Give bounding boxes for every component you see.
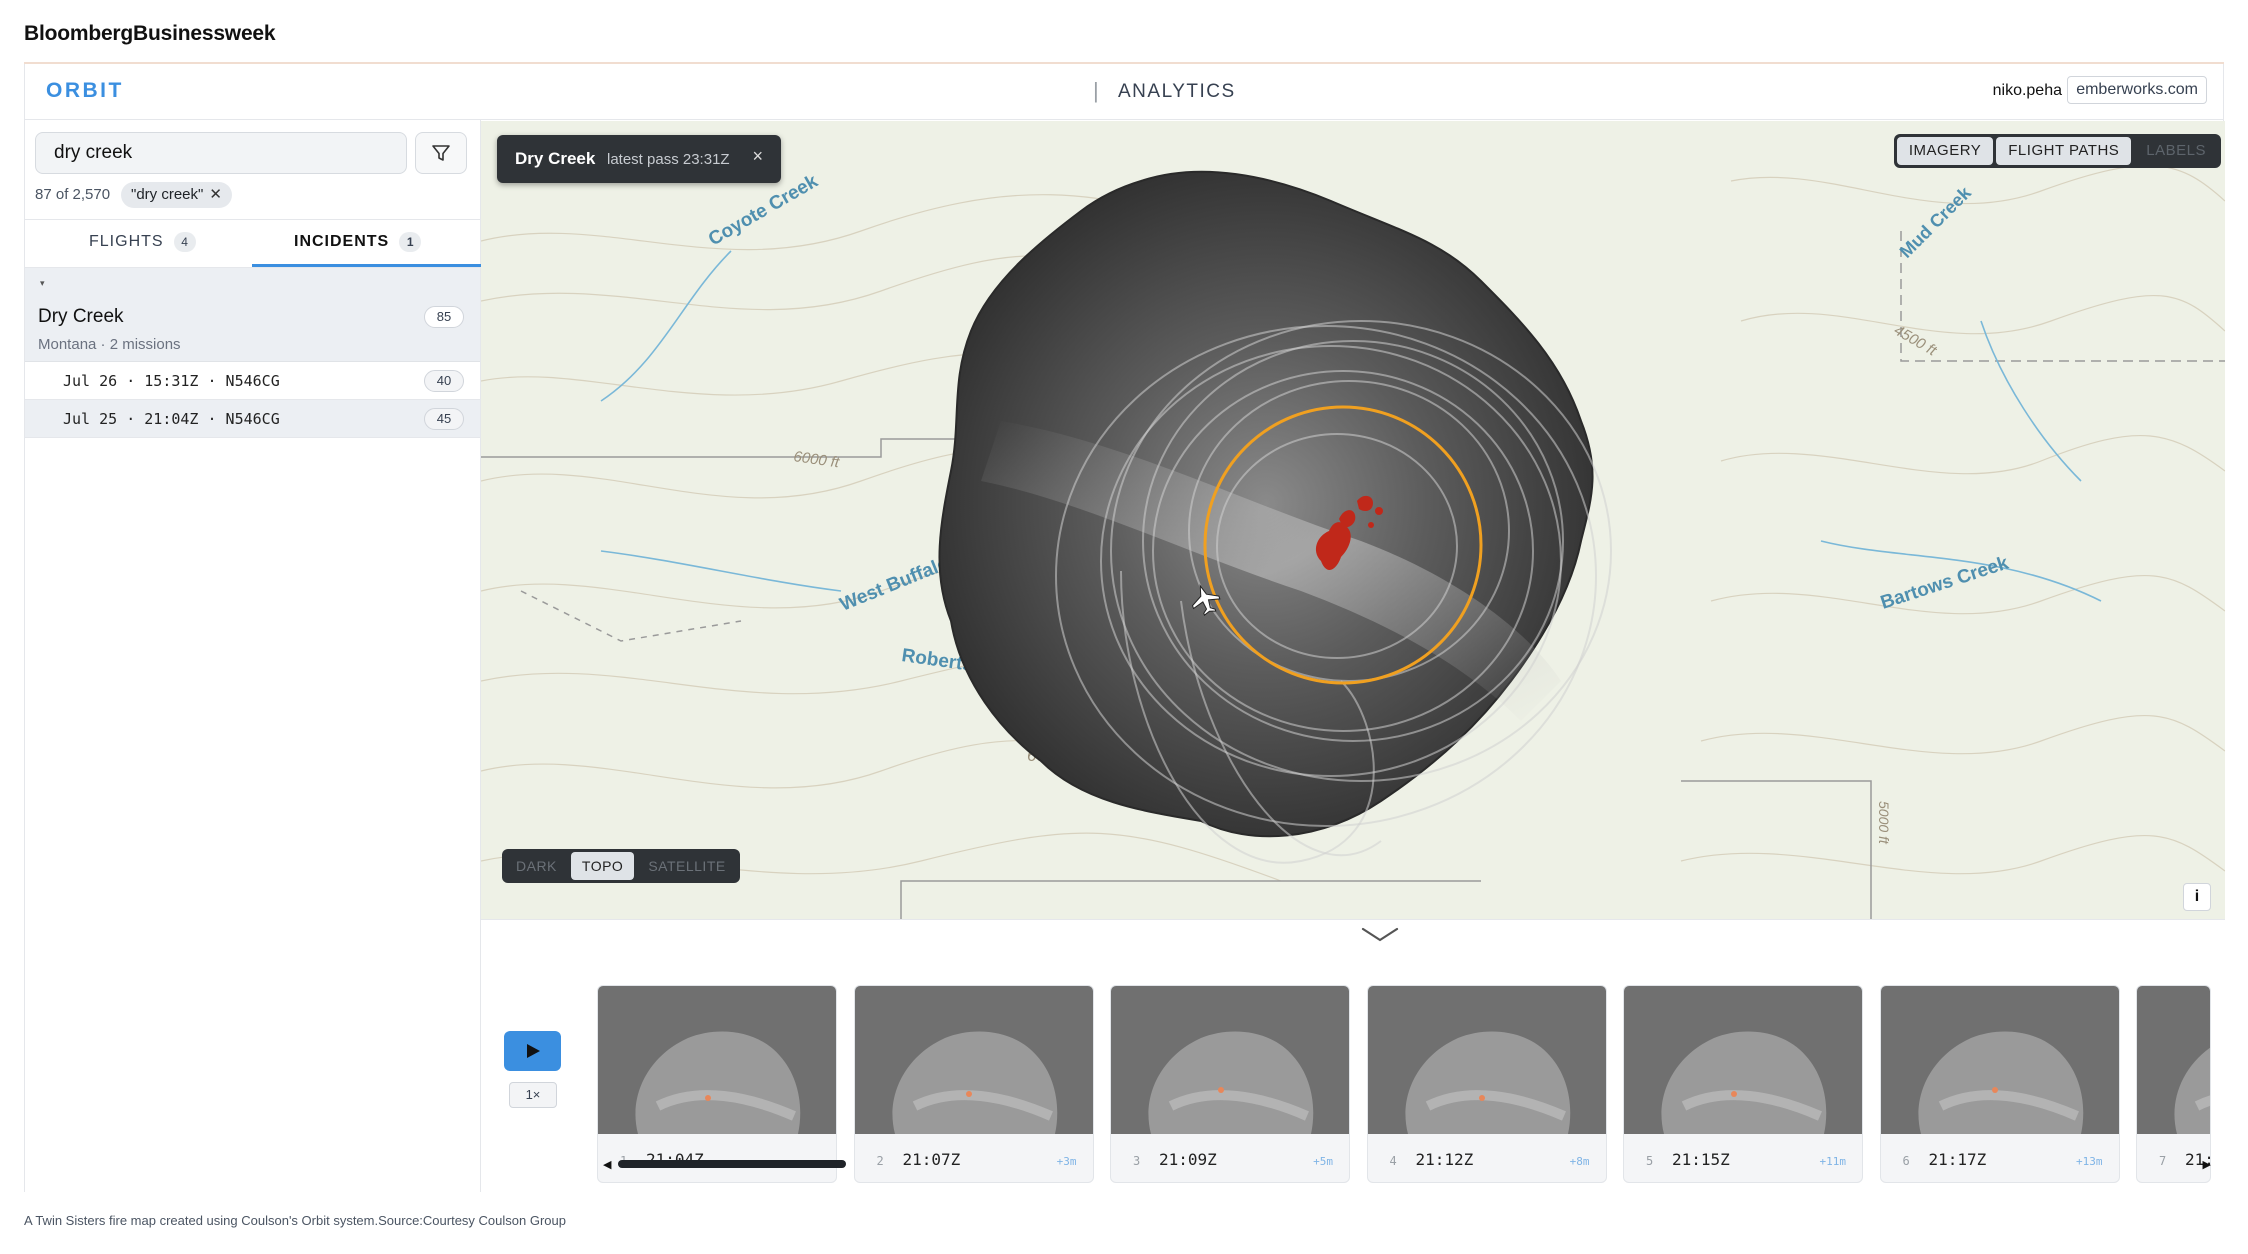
tab-flights-label: FLIGHTS [89,233,164,250]
frame-thumbnail [1624,986,1862,1134]
frame-index: 3 [1133,1154,1141,1168]
nav-analytics[interactable]: ANALYTICS [1118,81,1236,103]
search-chip[interactable]: "dry creek" ✕ [121,182,232,208]
timeline-frame[interactable]: 5 21:15Z +11m [1623,985,1863,1183]
chevron-down-icon[interactable]: ▾ [40,278,45,289]
filter-button[interactable] [415,132,467,174]
scrollbar-thumb[interactable] [618,1160,846,1168]
incident-subtitle: Montana · 2 missions [38,336,181,353]
scroll-right-arrow[interactable]: ▶ [2203,1158,2211,1171]
play-icon [526,1044,540,1058]
frame-delta: +8m [1569,1155,1590,1168]
frame-delta: +3m [1056,1155,1077,1168]
incident-count-badge: 85 [424,306,464,328]
timeline-frame[interactable]: 2 21:07Z +3m [853,985,1094,1183]
frame-time: 21:15Z [1672,1150,1730,1169]
tab-incidents-label: INCIDENTS [294,233,390,250]
search-chip-label: "dry creek" [131,186,204,203]
frame-thumbnail [2137,986,2210,1134]
masthead-logo: BloombergBusinessweek [24,22,276,45]
photo-caption: A Twin Sisters fire map created using Co… [24,1213,566,1228]
frame-index: 5 [1646,1154,1654,1168]
basemap-topo[interactable]: TOPO [570,852,635,880]
result-count: 87 of 2,570 [35,186,111,203]
nav-separator: | [1093,78,1099,103]
timeline-frame[interactable]: 6 21:17Z +13m [1879,985,2120,1183]
scroll-left-arrow[interactable]: ◀ [603,1158,611,1171]
basemap-satellite[interactable]: SATELLITE [637,852,736,880]
frame-time: 21:12Z [1415,1150,1474,1169]
label-elev-5000: 5000 ft [1876,801,1892,845]
frame-time: 21:09Z [1159,1150,1217,1169]
timeline-panel: 1× 121:04Z 2 21:07Z +3m 3 21:09Z +5m 4 21:12Z +8m… [481,919,2225,1192]
frame-index: 6 [1902,1154,1910,1168]
search-input[interactable]: dry creek [35,132,407,174]
popup-title: Dry Creek [515,149,596,168]
toggle-labels[interactable]: LABELS [2134,137,2218,165]
org-selector[interactable]: emberworks.com [2067,76,2207,104]
timeline-frame[interactable]: 121:04Z [597,985,837,1183]
app-topbar: ORBIT | ANALYTICS niko.peha emberworks.c… [25,64,2223,120]
tab-flights[interactable]: FLIGHTS 4 [89,232,196,252]
basemap-toggle-group: DARK TOPO SATELLITE [502,849,740,883]
tab-incidents-count: 1 [399,232,422,252]
frame-index: 4 [1389,1154,1397,1168]
timeline-frame[interactable]: 3 21:09Z +5m [1110,985,1350,1183]
toggle-imagery[interactable]: IMAGERY [1896,137,1994,165]
close-icon[interactable]: × [752,146,763,167]
frame-thumbnail [1880,986,2119,1134]
mission-label: Jul 26 · 15:31Z · N546CG [63,372,280,390]
layer-toggle-group: IMAGERY FLIGHT PATHS LABELS [1893,134,2221,168]
mission-count-badge: 45 [424,408,464,430]
frame-delta: +11m [1819,1155,1847,1168]
chevron-down-icon[interactable] [1361,926,1399,944]
frame-thumbnail [854,986,1093,1134]
mission-row-selected[interactable]: Jul 25 · 21:04Z · N546CG 45 [25,400,480,438]
timeline-frame[interactable]: 4 21:12Z +8m [1366,985,1607,1183]
map-view[interactable]: Coyote Creek Mud Creek West Buffalo C Ro… [481,121,2225,919]
orbit-app: ORBIT | ANALYTICS niko.peha emberworks.c… [24,64,2225,1192]
frame-thumbnail [1367,986,1606,1134]
tabs-divider [25,219,480,220]
info-button[interactable]: i [2183,883,2211,911]
play-button[interactable] [504,1031,561,1071]
frame-index: 2 [876,1154,884,1168]
app-brand[interactable]: ORBIT [46,79,124,103]
mission-count-badge: 40 [424,370,464,392]
tab-incidents[interactable]: INCIDENTS 1 [294,232,422,252]
mission-row[interactable]: Jul 26 · 15:31Z · N546CG 40 [25,362,480,400]
sidebar: dry creek 87 of 2,570 "dry creek" ✕ FLIGH… [25,120,481,1192]
incident-popup[interactable]: Dry Creek latest pass 23:31Z × [497,135,781,183]
close-icon[interactable]: ✕ [209,186,222,203]
frame-time: 21:07Z [902,1150,961,1169]
frame-time: 21:17Z [1928,1150,1987,1169]
popup-subtitle: latest pass 23:31Z [607,151,730,168]
map-canvas[interactable]: Coyote Creek Mud Creek West Buffalo C Ro… [481,121,2225,919]
basemap-dark[interactable]: DARK [505,852,568,880]
mission-label: Jul 25 · 21:04Z · N546CG [63,410,280,428]
frame-thumbnail [1111,986,1349,1134]
frame-delta: +5m [1313,1155,1333,1168]
user-name[interactable]: niko.peha [1993,82,2062,100]
filter-icon [432,145,450,161]
incident-row[interactable]: ▾ Dry Creek Montana · 2 missions 85 [25,268,480,362]
tab-flights-count: 4 [173,232,196,252]
toggle-flight-paths[interactable]: FLIGHT PATHS [1996,137,2132,165]
frame-delta: +13m [2076,1155,2103,1168]
incident-name: Dry Creek [38,306,124,327]
frame-thumbnail [598,986,836,1134]
frame-index: 7 [2159,1154,2167,1168]
timeline-frame[interactable]: 721: [2136,985,2211,1183]
playback-speed[interactable]: 1× [509,1082,557,1108]
